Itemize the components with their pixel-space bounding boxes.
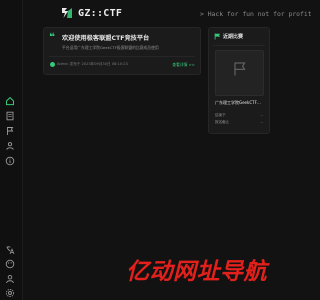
sidebar <box>0 0 23 300</box>
contest-name[interactable]: 广东理工学院GeekCTF新生赛 <box>215 100 263 106</box>
gz-logo-icon <box>60 6 74 20</box>
top-bar: GZ::CTF > Hack for fun not for profit <box>22 0 312 30</box>
flag-outline-icon <box>234 62 246 76</box>
avatar <box>50 62 55 67</box>
post-description: 平台适用广东理工学院GeekCTF极客联盟的比赛成员使用 <box>62 45 159 50</box>
flag-nav-icon[interactable] <box>5 126 15 136</box>
panel-divider <box>213 45 265 46</box>
registration-deadline-label: 报名截止 <box>215 120 230 124</box>
post-author: Admin 发布于 2023年09月30日 08:10:23 <box>57 62 128 66</box>
home-icon[interactable] <box>5 96 15 106</box>
info-icon[interactable] <box>5 156 15 166</box>
recent-games-title: 近期比赛 <box>223 34 244 40</box>
slogan: > Hack for fun not for profit <box>200 10 312 18</box>
quote-icon: ❝ <box>49 32 55 43</box>
settings-icon[interactable] <box>5 288 15 298</box>
recent-games-panel: 近期比赛 广东理工学院GeekCTF新生赛 结束于 -- 报名截止 -- <box>208 27 270 134</box>
post-meta: Admin 发布于 2023年09月30日 08:10:23 <box>50 62 128 67</box>
document-icon[interactable] <box>5 111 15 121</box>
palette-icon[interactable] <box>5 259 15 269</box>
flag-icon <box>214 33 221 40</box>
card-divider <box>49 56 195 57</box>
contest-poster[interactable] <box>215 50 264 96</box>
translate-icon[interactable] <box>5 245 15 255</box>
view-details-link[interactable]: 查看详情 >> <box>172 62 195 68</box>
post-title: 欢迎使用极客联盟CTF竞技平台 <box>62 35 150 42</box>
user-icon[interactable] <box>5 274 15 284</box>
site-watermark: 亿动网址导航 <box>126 259 267 285</box>
end-time-value: -- <box>260 113 263 117</box>
team-icon[interactable] <box>5 141 15 151</box>
registration-deadline-value: -- <box>260 120 263 124</box>
end-time-label: 结束于 <box>215 113 226 117</box>
brand-logo[interactable]: GZ::CTF <box>60 6 122 20</box>
welcome-post-card[interactable]: ❝ 欢迎使用极客联盟CTF竞技平台 平台适用广东理工学院GeekCTF极客联盟的… <box>43 27 201 75</box>
brand-name: GZ::CTF <box>78 7 123 19</box>
